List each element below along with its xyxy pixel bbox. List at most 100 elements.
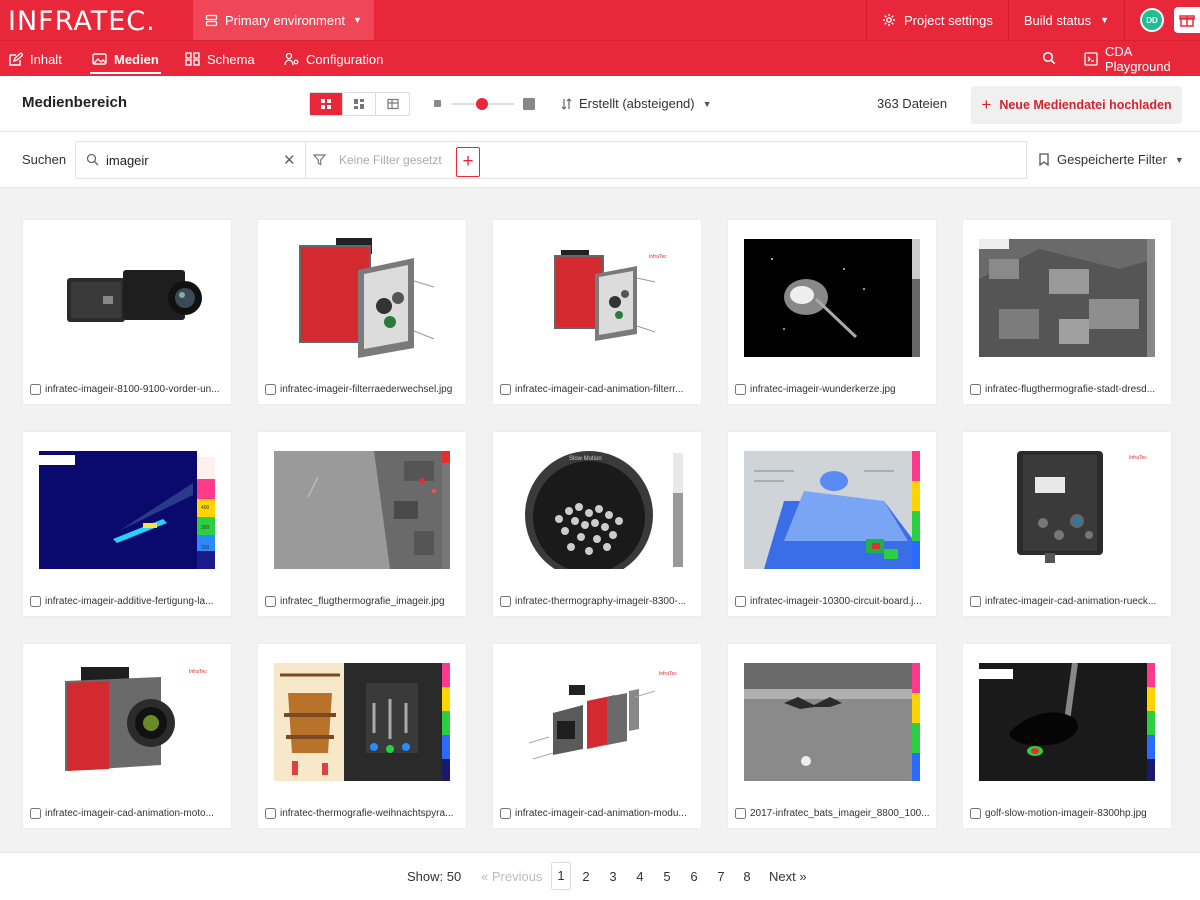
- select-checkbox[interactable]: [735, 383, 746, 395]
- page-button-current[interactable]: 1: [551, 862, 571, 890]
- media-card[interactable]: 2017-infratec_bats_imageir_8800_100...: [727, 643, 937, 829]
- cda-playground-label: CDA Playground: [1105, 44, 1171, 74]
- table-view-button[interactable]: [376, 93, 409, 115]
- select-checkbox[interactable]: [30, 595, 41, 607]
- file-name: infratec-imageir-additive-fertigung-la..…: [45, 595, 214, 607]
- media-thumbnail[interactable]: 400 300 200: [24, 433, 230, 587]
- select-checkbox[interactable]: [970, 383, 981, 395]
- media-thumbnail[interactable]: [729, 433, 935, 587]
- media-card[interactable]: 400 300 200 infratec-imageir-additive-fert…: [22, 431, 232, 617]
- cda-playground-link[interactable]: CDA Playground: [1084, 41, 1200, 77]
- terminal-icon: [1084, 52, 1098, 66]
- sort-dropdown[interactable]: Erstellt (absteigend) ▼: [561, 96, 712, 111]
- page-size-selector[interactable]: Show: 50: [407, 869, 461, 884]
- build-status-button[interactable]: Build status ▼: [1007, 0, 1124, 40]
- select-checkbox[interactable]: [970, 595, 981, 607]
- select-checkbox[interactable]: [735, 807, 746, 819]
- nav-item-inhalt[interactable]: Inhalt: [8, 41, 62, 77]
- media-thumbnail[interactable]: InfraTec: [494, 221, 700, 375]
- divider: [305, 142, 306, 178]
- select-checkbox[interactable]: [500, 383, 511, 395]
- media-card[interactable]: infratec_flugthermografie_imageir.jpg: [257, 431, 467, 617]
- filter-placeholder: Keine Filter gesetzt: [339, 153, 442, 167]
- media-card[interactable]: infratec-imageir-filterraederwechsel.jpg: [257, 219, 467, 405]
- infratec-logo[interactable]: INFRATEC.: [8, 6, 156, 37]
- page-button[interactable]: 3: [603, 869, 623, 884]
- select-checkbox[interactable]: [30, 807, 41, 819]
- select-checkbox[interactable]: [735, 595, 746, 607]
- page-button[interactable]: 6: [684, 869, 704, 884]
- add-filter-button[interactable]: +: [456, 147, 480, 177]
- page-button[interactable]: 8: [737, 869, 757, 884]
- grid-view-button[interactable]: [310, 93, 343, 115]
- next-page-button[interactable]: Next »: [769, 869, 807, 884]
- nav-item-schema[interactable]: Schema: [185, 41, 255, 77]
- select-checkbox[interactable]: [30, 383, 41, 395]
- media-thumbnail[interactable]: [259, 433, 465, 587]
- search-input[interactable]: [106, 150, 286, 170]
- file-name: 2017-infratec_bats_imageir_8800_100...: [750, 807, 930, 819]
- sort-icon: [561, 97, 572, 110]
- nav-search-button[interactable]: [1042, 41, 1056, 77]
- media-thumbnail[interactable]: [729, 221, 935, 375]
- page-button[interactable]: 7: [711, 869, 731, 884]
- file-name: infratec-imageir-8100-9100-vorder-un...: [45, 383, 220, 395]
- media-thumbnail[interactable]: [729, 645, 935, 799]
- media-card[interactable]: InfraTec infratec-imageir-cad-animation-…: [492, 643, 702, 829]
- media-card[interactable]: infratec-imageir-wunderkerze.jpg: [727, 219, 937, 405]
- page-button[interactable]: 4: [630, 869, 650, 884]
- file-name: infratec-flugthermografie-stadt-dresd...: [985, 383, 1156, 395]
- nav-item-configuration[interactable]: Configuration: [284, 41, 383, 77]
- nav-item-medien[interactable]: Medien: [90, 41, 161, 77]
- media-thumbnail[interactable]: [259, 645, 465, 799]
- select-checkbox[interactable]: [265, 383, 276, 395]
- media-thumbnail[interactable]: InfraTec: [964, 433, 1170, 587]
- environment-selector[interactable]: Primary environment ▼: [193, 0, 374, 40]
- select-checkbox[interactable]: [265, 807, 276, 819]
- select-checkbox[interactable]: [265, 595, 276, 607]
- project-settings-button[interactable]: Project settings: [866, 0, 1008, 40]
- select-checkbox[interactable]: [500, 807, 511, 819]
- slider-handle[interactable]: [476, 98, 488, 110]
- project-settings-label: Project settings: [904, 12, 993, 28]
- upload-media-button[interactable]: + Neue Mediendatei hochladen: [971, 86, 1182, 124]
- nav-label: Configuration: [306, 51, 384, 67]
- media-card[interactable]: infratec-imageir-10300-circuit-board.j..…: [727, 431, 937, 617]
- gift-icon[interactable]: [1174, 7, 1200, 33]
- media-thumbnail[interactable]: [259, 221, 465, 375]
- media-card[interactable]: InfraTec infratec-imageir-cad-animation-…: [22, 643, 232, 829]
- file-name: infratec-thermografie-weihnachtspyra...: [280, 807, 454, 819]
- schema-icon: [185, 52, 200, 66]
- select-checkbox[interactable]: [970, 807, 981, 819]
- bookmark-icon: [1039, 153, 1049, 166]
- file-name: infratec-imageir-cad-animation-modu...: [515, 807, 687, 819]
- saved-filters-dropdown[interactable]: Gespeicherte Filter ▼: [1039, 152, 1184, 167]
- media-card[interactable]: infratec-flugthermografie-stadt-dresd...: [962, 219, 1172, 405]
- media-thumbnail[interactable]: [24, 221, 230, 375]
- media-card[interactable]: InfraTec infratec-imageir-cad-animation-…: [492, 219, 702, 405]
- avatar[interactable]: DD: [1140, 8, 1164, 32]
- select-checkbox[interactable]: [500, 595, 511, 607]
- page-button[interactable]: 5: [657, 869, 677, 884]
- scale-label: 300: [201, 525, 210, 531]
- media-card[interactable]: infratec-imageir-8100-9100-vorder-un...: [22, 219, 232, 405]
- media-card[interactable]: infratec-thermografie-weihnachtspyra...: [257, 643, 467, 829]
- clear-search-icon[interactable]: ✕: [283, 151, 296, 169]
- media-thumbnail[interactable]: Slow Motion: [494, 433, 700, 587]
- media-card[interactable]: golf-slow-motion-imageir-8300hp.jpg: [962, 643, 1172, 829]
- media-thumbnail[interactable]: InfraTec: [24, 645, 230, 799]
- user-menu[interactable]: DD: [1124, 0, 1200, 40]
- media-thumbnail[interactable]: [964, 645, 1170, 799]
- masonry-view-button[interactable]: [343, 93, 376, 115]
- page-button[interactable]: 2: [576, 869, 596, 884]
- media-card[interactable]: Slow Motion infratec-thermography-imagei…: [492, 431, 702, 617]
- filter-icon: [312, 153, 327, 171]
- media-thumbnail[interactable]: [964, 221, 1170, 375]
- previous-page-button[interactable]: « Previous: [481, 869, 542, 884]
- file-name: golf-slow-motion-imageir-8300hp.jpg: [985, 807, 1147, 819]
- media-thumbnail[interactable]: InfraTec: [494, 645, 700, 799]
- chevron-down-icon: ▼: [352, 15, 362, 25]
- main-navigation: Inhalt Medien Schema Configuration CDA P…: [0, 40, 1200, 76]
- saved-filters-label: Gespeicherte Filter: [1057, 152, 1167, 167]
- media-card[interactable]: InfraTec infratec-imageir-cad-animation-…: [962, 431, 1172, 617]
